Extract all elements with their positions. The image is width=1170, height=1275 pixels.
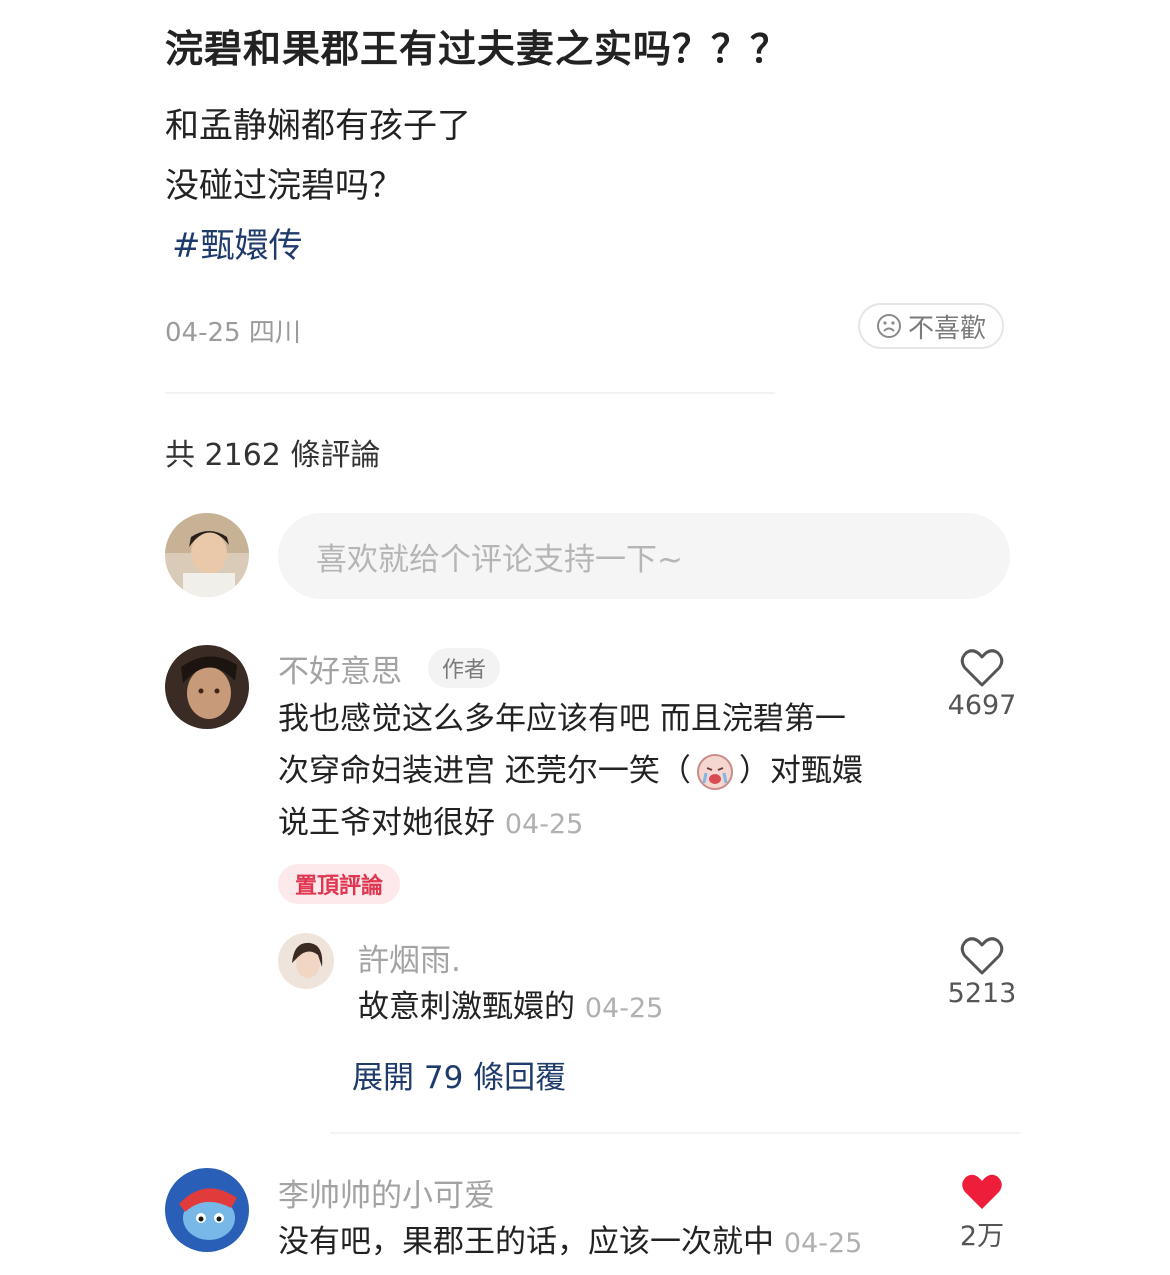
sad-face-icon	[876, 313, 902, 339]
like-count: 2万	[959, 1221, 1005, 1252]
comment-text-line-1: 我也感觉这么多年应该有吧 而且浣碧第一	[278, 701, 846, 737]
divider	[165, 392, 775, 394]
dislike-label: 不喜歡	[907, 313, 986, 344]
heart-filled-icon	[960, 1172, 1004, 1212]
heart-outline-icon	[960, 936, 1004, 976]
heart-outline-icon	[960, 648, 1004, 688]
commenter-avatar[interactable]	[165, 645, 249, 729]
like-count: 4697	[947, 690, 1017, 721]
post-title: 浣碧和果郡王有过夫妻之实吗？？？	[165, 27, 790, 71]
like-button[interactable]: 4697	[932, 648, 1032, 721]
comment-text: 没有吧，果郡王的话，应该一次就中 04-25	[278, 1216, 862, 1270]
hashtag-link[interactable]: #甄嬛传	[172, 218, 303, 267]
like-button[interactable]: 2万	[932, 1172, 1032, 1253]
divider	[330, 1132, 1020, 1134]
crying-emoji-icon	[693, 749, 737, 793]
comment-input-placeholder: 喜欢就给个评论支持一下~	[316, 541, 683, 578]
reply-avatar[interactable]	[278, 933, 334, 989]
reply-date: 04-25	[584, 993, 664, 1024]
expand-replies-link[interactable]: 展開 79 條回覆	[352, 1052, 566, 1097]
comment-count: 共 2162 條評論	[165, 438, 381, 473]
comment-text-content: 没有吧，果郡王的话，应该一次就中	[278, 1224, 774, 1260]
pinned-badge: 置頂評論	[278, 864, 400, 904]
author-badge: 作者	[428, 648, 500, 688]
comment-date: 04-25	[783, 1228, 863, 1259]
like-count: 5213	[947, 978, 1017, 1009]
comment-input[interactable]: 喜欢就给个评论支持一下~	[278, 513, 1010, 599]
current-user-avatar[interactable]	[165, 513, 249, 597]
comment-username[interactable]: 不好意思	[278, 646, 402, 691]
dislike-button[interactable]: 不喜歡	[858, 303, 1004, 349]
commenter-avatar[interactable]	[165, 1168, 249, 1252]
comment-text-line-2: 次穿命妇装进宫 还莞尔一笑（ ）对甄嬛	[278, 745, 863, 797]
comment-date: 04-25	[504, 809, 584, 840]
post-body-line-1: 和孟静娴都有孩子了	[165, 106, 471, 146]
post-body-line-2: 没碰过浣碧吗？	[165, 166, 403, 206]
reply-text: 故意刺激甄嬛的 04-25	[358, 981, 663, 1035]
reply-username[interactable]: 許烟雨.	[358, 935, 461, 980]
post-meta: 04-25 四川	[165, 318, 301, 348]
comment-text-segment: 次穿命妇装进宫 还莞尔一笑（	[278, 753, 691, 789]
comment-username[interactable]: 李帅帅的小可爱	[278, 1170, 495, 1215]
comment-text-segment: ）对甄嬛	[738, 753, 863, 789]
comment-text-segment: 说王爷对她很好	[278, 805, 495, 841]
reply-text-content: 故意刺激甄嬛的	[358, 989, 575, 1025]
comment-text-line-4: 说王爷对她很好 04-25	[278, 797, 583, 851]
like-button[interactable]: 5213	[932, 936, 1032, 1009]
